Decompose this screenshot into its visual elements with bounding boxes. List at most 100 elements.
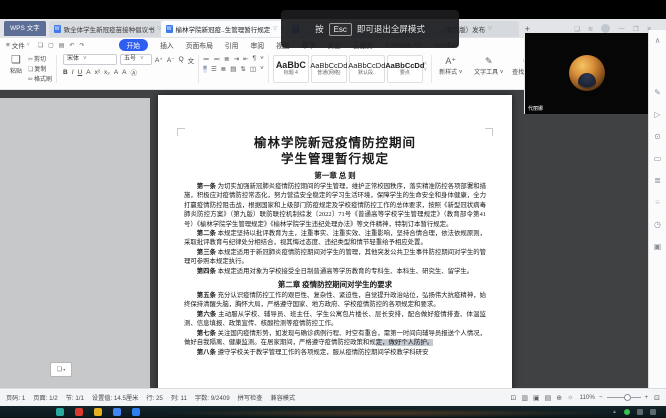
eye-protect-icon[interactable]: ☼ (567, 394, 573, 402)
decrease-font-icon[interactable]: A⁻ (167, 56, 175, 64)
zoom-out-button[interactable]: − (599, 394, 603, 401)
read-mode-icon[interactable]: ▥ (521, 394, 528, 402)
open-file-icon[interactable]: ▢ (48, 42, 54, 49)
web-layout-icon[interactable]: ▤ (545, 394, 552, 402)
fit-page-icon[interactable]: ⊡ (654, 394, 660, 402)
pen-icon[interactable]: ✎ (654, 88, 661, 97)
ribbon-tab-页面布局[interactable]: 页面布局 (186, 40, 213, 50)
ribbon-tab-插入[interactable]: 插入 (160, 40, 174, 50)
style-item-默认段..[interactable]: AaBbCcDd 默认段.. (348, 55, 385, 83)
restore-icon[interactable]: ❐ (633, 25, 639, 33)
status-item[interactable]: 拼写检查 (238, 393, 263, 402)
paragraph-format-icon[interactable]: ≡ (203, 65, 207, 73)
font-size-select[interactable]: 五号 ˅ (120, 54, 153, 65)
paragraph-format-icon[interactable]: ¶ (253, 55, 257, 63)
paragraph-format-icon[interactable]: ⇅ (240, 65, 245, 73)
wps-app-button[interactable]: WPS 文字 (4, 21, 46, 36)
webcam-overlay[interactable]: 代丽娜 (524, 33, 648, 114)
tab-regulation-active[interactable]: W 榆林学院新冠疫..生管理暂行规定 ▽ ✕ (160, 20, 287, 37)
undo-icon[interactable]: ↶ (69, 42, 74, 49)
ribbon-tab-审阅[interactable]: 审阅 (250, 40, 264, 50)
strike-button[interactable]: A (86, 69, 90, 76)
style-item-标题 4[interactable]: AaBbC 标题 4 (272, 55, 309, 83)
font-color-button[interactable]: A (122, 69, 126, 76)
格式刷-button[interactable]: ✏格式刷 (28, 74, 52, 83)
char-shading-button[interactable]: Ⓐ (131, 67, 138, 77)
taskbar-app-icon[interactable] (94, 408, 102, 416)
user-avatar[interactable] (601, 24, 611, 33)
outline-icon[interactable]: ⊕ (556, 394, 562, 402)
paragraph-format-icon[interactable]: ˅ (260, 65, 264, 73)
style-item-要点[interactable]: AaBbCcDd 要点 (385, 55, 424, 83)
highlight-color-button[interactable]: A (114, 69, 118, 76)
paragraph-format-icon[interactable]: ☰ (211, 65, 217, 73)
shapes-icon[interactable]: ≣ (654, 176, 661, 185)
new-tab-button[interactable]: + (525, 24, 530, 34)
复制-button[interactable]: ❏复制 (28, 64, 52, 73)
style-item-普通(网络)[interactable]: AaBbCcDd 普通(网络) (310, 55, 347, 83)
document-page[interactable]: 榆林学院新冠疫情防控期间 学生管理暂行规定 第一章 总 则第一条 为切实加强新冠肺… (158, 95, 512, 388)
tray-chevron-icon[interactable]: ▲ (612, 409, 617, 415)
status-item[interactable]: 页面: 1/2 (33, 393, 57, 402)
collapse-chevron-icon[interactable]: ∧ (655, 36, 661, 45)
clear-format-icon[interactable]: Q (179, 56, 184, 63)
剪切-button[interactable]: ✂剪切 (28, 54, 52, 63)
paste-button[interactable]: ❏ 粘贴 (6, 54, 26, 75)
taskbar-app-icon[interactable] (132, 408, 140, 416)
new-file-icon[interactable]: ❏ (38, 42, 43, 49)
status-item[interactable]: 列: 11 (171, 393, 187, 402)
status-item[interactable]: 设置值: 14.5厘米 (92, 393, 138, 402)
skin-icon[interactable]: ❏ (574, 25, 580, 33)
taskbar-app-icon[interactable] (75, 408, 83, 416)
paragraph-format-icon[interactable]: ⇤ (243, 55, 248, 63)
font-name-select[interactable]: 宋体 ˅ (63, 54, 118, 65)
zoom-in-button[interactable]: + (645, 394, 649, 401)
paragraph-format-icon[interactable]: ≣ (221, 65, 226, 73)
subscript-button[interactable]: x₂ (104, 69, 110, 76)
paragraph-format-icon[interactable]: ≕ (214, 55, 221, 63)
新样式-button[interactable]: A⁺ 新样式 ˅ (436, 55, 466, 76)
whiteboard-icon[interactable]: ≡ (655, 198, 660, 207)
pinyin-icon[interactable]: 文 (188, 55, 195, 65)
superscript-button[interactable]: x² (95, 69, 100, 76)
settings-icon[interactable]: ≋ (588, 25, 593, 33)
status-item[interactable]: 页码: 1 (6, 393, 25, 402)
tab-vaccine-proposal[interactable]: W 致全体学生新冠疫苗接种倡议书 ▽ (48, 20, 161, 37)
paste-options-button[interactable]: ❏ ▾ (50, 362, 72, 377)
print-layout-icon[interactable]: ▣ (533, 394, 540, 402)
minimize-icon[interactable]: — (618, 25, 625, 32)
redo-icon[interactable]: ↷ (79, 42, 84, 49)
ribbon-tab-开始[interactable]: 开始 (118, 39, 149, 51)
status-item[interactable]: 行: 25 (146, 393, 163, 402)
increase-font-icon[interactable]: A⁺ (155, 56, 163, 64)
文字工具-button[interactable]: ✎ 文字工具 ˅ (474, 55, 504, 76)
zoom-slider[interactable] (606, 394, 641, 401)
paragraph-format-icon[interactable]: ≔ (203, 55, 210, 63)
print-icon[interactable]: ▤ (59, 42, 65, 49)
tray-icon[interactable] (637, 409, 643, 415)
bold-button[interactable]: B (63, 69, 68, 76)
taskbar-app-icon[interactable] (113, 408, 121, 416)
zoom-slider-knob[interactable] (623, 394, 631, 401)
screenshot-icon[interactable]: ▣ (654, 242, 662, 251)
style-gallery-arrows[interactable]: ˄ ˅ (424, 54, 427, 80)
italic-button[interactable]: I (72, 69, 74, 76)
status-item[interactable]: 字数: 9/2409 (195, 393, 230, 402)
paragraph-format-icon[interactable]: ⇥ (234, 55, 239, 63)
pointer-icon[interactable]: ▷ (654, 110, 660, 119)
tray-green-status-icon[interactable] (624, 409, 630, 415)
paragraph-format-icon[interactable]: ▤ (230, 65, 236, 73)
paragraph-format-icon[interactable]: ≣ (224, 55, 229, 63)
file-menu[interactable]: ≡ 文件 ˅ (6, 40, 30, 51)
taskbar-app-icon[interactable] (56, 408, 64, 416)
status-item[interactable]: 节: 1/1 (66, 393, 84, 402)
paragraph-format-icon[interactable]: ◫ (250, 65, 256, 73)
tray-icon[interactable] (650, 409, 656, 415)
eraser-icon[interactable]: ▭ (654, 154, 662, 163)
ribbon-tab-引用[interactable]: 引用 (225, 40, 239, 50)
paragraph-format-icon[interactable]: ˅ (260, 55, 264, 63)
status-item[interactable]: 兼容模式 (270, 393, 295, 402)
timer-icon[interactable]: ◷ (654, 220, 661, 229)
laser-icon[interactable]: ⊙ (654, 132, 661, 141)
underline-button[interactable]: U (78, 69, 83, 76)
